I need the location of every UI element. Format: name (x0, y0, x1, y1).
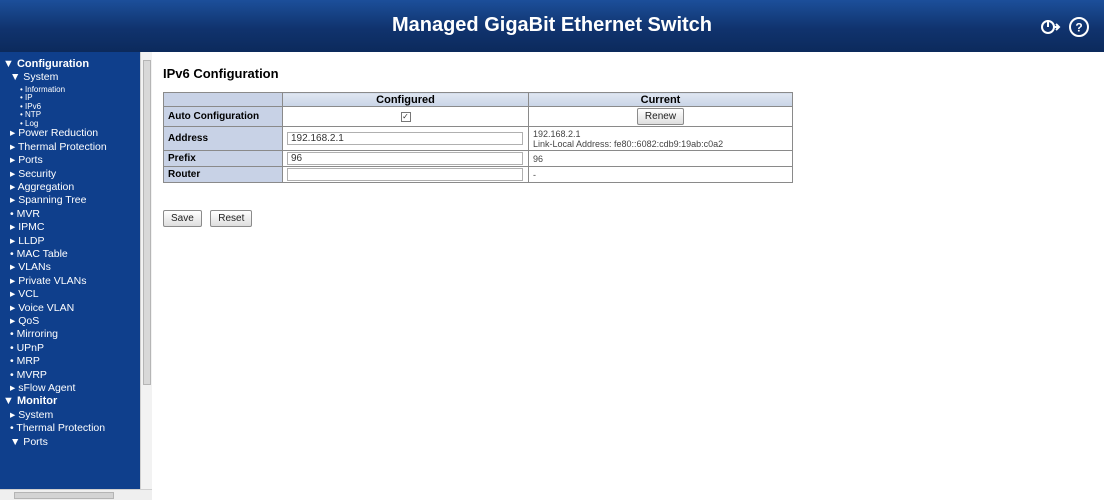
label-auto-configuration: Auto Configuration (163, 106, 283, 127)
renew-button[interactable]: Renew (636, 108, 685, 125)
sidebar-item-16[interactable]: • MAC Table (10, 248, 68, 260)
logout-icon[interactable] (1039, 16, 1061, 38)
sidebar-item-25[interactable]: • MVRP (10, 369, 47, 381)
page-title: IPv6 Configuration (163, 66, 279, 81)
sidebar-item-20[interactable]: ▸ Voice VLAN (10, 302, 74, 314)
label-address: Address (163, 126, 283, 151)
header-current: Current (528, 92, 793, 107)
app-header: Managed GigaBit Ethernet Switch ? (0, 0, 1104, 52)
sidebar-item-19[interactable]: ▸ VCL (10, 288, 39, 300)
sidebar-item-24[interactable]: • MRP (10, 355, 40, 367)
prefix-input[interactable]: 96 (287, 152, 523, 165)
renew-cell: Renew (528, 106, 793, 127)
current-prefix: 96 (528, 150, 793, 167)
table-row-auto-config: Auto Configuration ✓ Renew (163, 106, 793, 127)
address-cell: 192.168.2.1 (282, 126, 529, 151)
ipv6-config-table: Configured Current Auto Configuration ✓ … (163, 92, 793, 183)
table-header-row: Configured Current (163, 92, 793, 107)
sidebar-item-15[interactable]: ▸ LLDP (10, 235, 44, 247)
sidebar-item-12[interactable]: ▸ Spanning Tree (10, 194, 87, 206)
sidebar-item-27[interactable]: ▼ Monitor (3, 395, 57, 407)
sidebar-item-8[interactable]: ▸ Thermal Protection (10, 141, 107, 153)
sidebar-scrollbar-horizontal[interactable] (0, 489, 152, 500)
sidebar-item-7[interactable]: ▸ Power Reduction (10, 127, 98, 139)
scrollbar-thumb[interactable] (143, 60, 151, 385)
svg-text:?: ? (1075, 21, 1082, 35)
router-input[interactable] (287, 168, 523, 181)
auto-configuration-checkbox[interactable]: ✓ (400, 112, 411, 122)
table-row-router: Router - (163, 166, 793, 183)
auto-config-cell: ✓ (282, 106, 529, 127)
sidebar-item-23[interactable]: • UPnP (10, 342, 44, 354)
sidebar-item-18[interactable]: ▸ Private VLANs (10, 275, 86, 287)
current-address-cell: 192.168.2.1 Link-Local Address: fe80::60… (528, 126, 793, 151)
reset-button[interactable]: Reset (210, 210, 253, 227)
table-row-address: Address 192.168.2.1 192.168.2.1 Link-Loc… (163, 126, 793, 151)
save-button[interactable]: Save (163, 210, 202, 227)
form-actions: Save Reset (163, 208, 256, 227)
header-configured: Configured (282, 92, 529, 107)
sidebar-item-21[interactable]: ▸ QoS (10, 315, 39, 327)
header-blank (163, 92, 283, 107)
current-router: - (528, 166, 793, 183)
sidebar-item-17[interactable]: ▸ VLANs (10, 261, 51, 273)
sidebar-item-10[interactable]: ▸ Security (10, 168, 56, 180)
sidebar-item-30[interactable]: ▼ Ports (10, 436, 48, 448)
label-router: Router (163, 166, 283, 183)
help-icon[interactable]: ? (1068, 16, 1090, 38)
router-cell (282, 166, 529, 183)
app-title: Managed GigaBit Ethernet Switch (391, 14, 713, 36)
sidebar-item-11[interactable]: ▸ Aggregation (10, 181, 74, 193)
link-local-address: Link-Local Address: fe80::6082:cdb9:19ab… (533, 138, 724, 149)
label-prefix: Prefix (163, 150, 283, 167)
scrollbar-thumb-horizontal[interactable] (14, 492, 114, 499)
table-row-prefix: Prefix 96 96 (163, 150, 793, 167)
sidebar-scrollbar-vertical[interactable] (140, 52, 152, 492)
current-address: 192.168.2.1 (533, 128, 581, 139)
sidebar-item-0[interactable]: ▼ Configuration (3, 58, 89, 70)
sidebar-item-14[interactable]: ▸ IPMC (10, 221, 44, 233)
sidebar-item-22[interactable]: • Mirroring (10, 328, 58, 340)
sidebar-item-13[interactable]: • MVR (10, 208, 40, 220)
sidebar-item-26[interactable]: ▸ sFlow Agent (10, 382, 75, 394)
sidebar-item-9[interactable]: ▸ Ports (10, 154, 43, 166)
sidebar-item-1[interactable]: ▼ System (10, 71, 58, 83)
prefix-cell: 96 (282, 150, 529, 167)
sidebar-item-29[interactable]: • Thermal Protection (10, 422, 105, 434)
sidebar-nav: ▼ Configuration ▼ System • Information • IP… (0, 52, 140, 500)
address-input[interactable]: 192.168.2.1 (287, 132, 523, 145)
sidebar-item-28[interactable]: ▸ System (10, 409, 53, 421)
